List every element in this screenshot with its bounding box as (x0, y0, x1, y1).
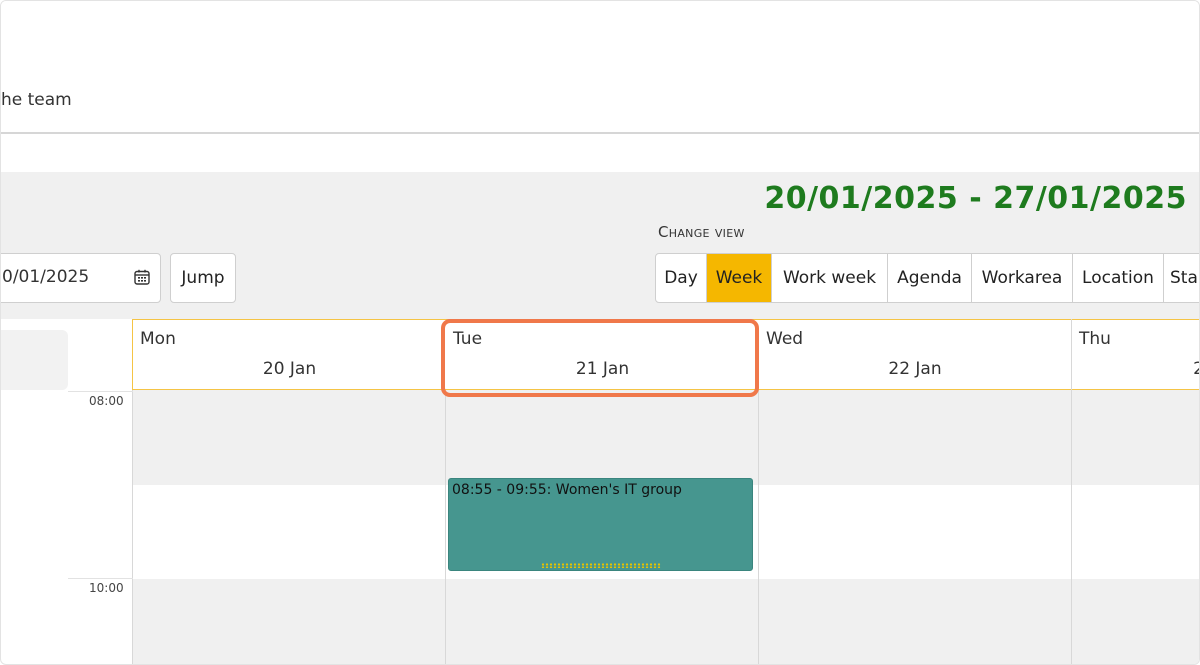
view-location-button[interactable]: Location (1073, 254, 1164, 302)
event-resize-handle[interactable] (541, 563, 661, 568)
view-week-button[interactable]: Week (707, 254, 772, 302)
view-agenda-button[interactable]: Agenda (888, 254, 972, 302)
day-name: Wed (766, 329, 804, 349)
day-header-wed[interactable]: Wed 22 Jan (759, 319, 1071, 390)
day-date: 21 Jan (575, 359, 630, 379)
day-name: Tue (453, 329, 483, 349)
day-name: Mon (140, 329, 176, 349)
day-header-thu[interactable]: Thu 2 (1072, 319, 1199, 390)
app-window: he team 20/01/2025 - 27/01/2025 Change v… (0, 0, 1200, 665)
time-rule (68, 391, 133, 392)
time-slot-0800[interactable] (133, 390, 1199, 485)
view-switcher: Day Week Work week Agenda Workarea Locat… (655, 253, 1199, 303)
column-divider (132, 390, 133, 664)
view-work-week-button[interactable]: Work week (772, 254, 888, 302)
day-header-mon[interactable]: Mon 20 Jan (133, 319, 446, 390)
column-divider (445, 390, 446, 664)
view-workarea-button[interactable]: Workarea (972, 254, 1073, 302)
time-rule (68, 578, 133, 579)
date-range-title: 20/01/2025 - 27/01/2025 (764, 181, 1187, 216)
team-text: he team (1, 90, 72, 110)
resource-panel (1, 330, 68, 390)
date-input-value: 0/01/2025 (2, 267, 90, 287)
calendar-icon[interactable] (134, 269, 150, 285)
change-view-label: Change view (658, 223, 745, 241)
view-day-button[interactable]: Day (656, 254, 707, 302)
jump-button[interactable]: Jump (170, 253, 236, 303)
time-label-0800: 08:00 (89, 394, 124, 408)
view-sta-button[interactable]: Sta (1164, 254, 1199, 302)
day-name: Thu (1079, 329, 1111, 349)
day-date: 2 (1193, 359, 1199, 379)
header-divider (1, 132, 1199, 134)
date-input[interactable]: 0/01/2025 (1, 253, 161, 303)
day-date: 22 Jan (888, 359, 942, 379)
day-date: 20 Jan (262, 359, 317, 379)
page-header: he team (1, 1, 1199, 133)
time-slot-1000[interactable] (133, 579, 1199, 664)
day-header-tue[interactable]: Tue 21 Jan (446, 319, 759, 390)
event-womens-it-group[interactable]: 08:55 - 09:55: Women's IT group (448, 478, 753, 571)
column-divider (758, 390, 759, 664)
time-label-1000: 10:00 (89, 581, 124, 595)
event-label: 08:55 - 09:55: Women's IT group (452, 482, 682, 498)
